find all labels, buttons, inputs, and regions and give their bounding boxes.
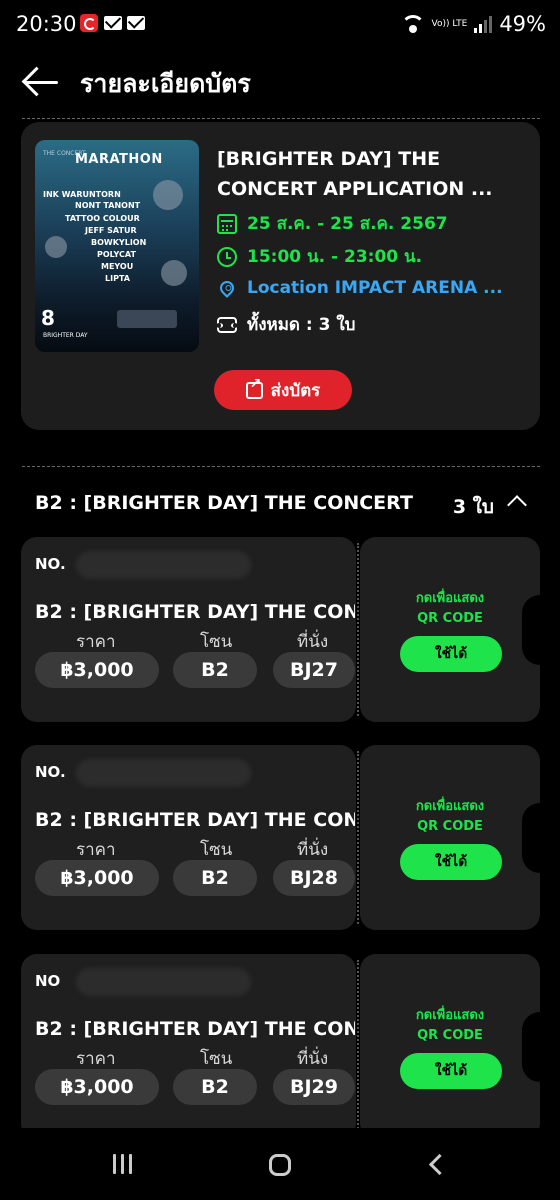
system-nav-bar: [0, 1128, 560, 1200]
price-label: ราคา: [76, 1049, 116, 1069]
price-value: ฿3,000: [35, 1069, 159, 1105]
ticket-group-count: 3 ใบ: [452, 496, 494, 518]
use-ticket-button[interactable]: ใช้ได้: [400, 844, 502, 880]
ticket-stub[interactable]: กดเพื่อแสดง QR CODE ใช้ได้: [360, 537, 558, 722]
app-notification-icon: [80, 14, 98, 32]
seat-label: ที่นั่ง: [297, 1049, 329, 1069]
home-icon[interactable]: [269, 1154, 291, 1176]
ticket-group-header[interactable]: B2 : [BRIGHTER DAY] THE CONCERT 3 ใบ: [35, 490, 530, 522]
price-label: ราคา: [76, 632, 116, 652]
seat-label: ที่นั่ง: [297, 632, 329, 652]
price-label: ราคา: [76, 840, 116, 860]
qr-hint[interactable]: กดเพื่อแสดง QR CODE: [360, 797, 540, 837]
ticket-number-label: NO: [35, 972, 61, 990]
recent-apps-icon[interactable]: [113, 1154, 132, 1174]
divider: [22, 466, 540, 467]
ticket-number-redacted: [76, 968, 251, 996]
event-title: [BRIGHTER DAY] THE CONCERT APPLICATION .…: [217, 148, 493, 200]
event-poster: THE CONCERT MARATHON INK WARUNTORN NONT …: [35, 140, 199, 352]
mail-icon: [104, 16, 122, 30]
mail-icon: [127, 16, 145, 30]
event-time: 15:00 น. - 23:00 น.: [247, 247, 423, 267]
ticket-stub[interactable]: กดเพื่อแสดง QR CODE ใช้ได้: [360, 954, 558, 1139]
seat-label: ที่นั่ง: [297, 840, 329, 860]
event-time-row: 15:00 น. - 23:00 น.: [217, 243, 422, 270]
ticket-name: B2 : [BRIGHTER DAY] THE CONCERT: [35, 1018, 355, 1040]
ticket-group-title: B2 : [BRIGHTER DAY] THE CONCERT: [35, 492, 413, 514]
signal-icon: [474, 15, 493, 33]
battery-percent: 49%: [499, 12, 546, 36]
use-ticket-button[interactable]: ใช้ได้: [400, 1053, 502, 1089]
ticket-notch: [522, 1012, 558, 1082]
price-value: ฿3,000: [35, 860, 159, 896]
qr-hint[interactable]: กดเพื่อแสดง QR CODE: [360, 1006, 540, 1046]
event-location[interactable]: Location IMPACT ARENA ...: [247, 278, 503, 298]
clock-icon: [217, 246, 237, 267]
ticket-icon: [216, 316, 238, 333]
ticket-number-label: NO.: [35, 763, 66, 781]
ticket-total-row: ทั้งหมด : 3 ใบ: [216, 311, 356, 338]
ticket-number-label: NO.: [35, 555, 66, 573]
price-value: ฿3,000: [35, 652, 159, 688]
calendar-icon: [217, 213, 237, 234]
app-bar: รายละเอียดบัตร: [0, 50, 560, 114]
zone-value: B2: [173, 860, 257, 896]
send-ticket-button[interactable]: ส่งบัตร: [214, 370, 352, 410]
ticket-stub[interactable]: กดเพื่อแสดง QR CODE ใช้ได้: [360, 745, 558, 930]
zone-value: B2: [173, 652, 257, 688]
ticket-main: NO. B2 : [BRIGHTER DAY] THE CONCERT ราคา…: [21, 537, 356, 722]
divider: [22, 118, 540, 119]
ticket-perforation: [357, 751, 359, 924]
status-time: 20:30: [16, 12, 77, 36]
ticket-name: B2 : [BRIGHTER DAY] THE CONCERT: [35, 601, 355, 623]
external-link-icon: [245, 376, 263, 399]
event-card: THE CONCERT MARATHON INK WARUNTORN NONT …: [21, 122, 540, 430]
back-arrow-icon[interactable]: [21, 66, 60, 98]
ticket-number-redacted: [76, 551, 251, 579]
back-icon[interactable]: [428, 1153, 451, 1176]
seat-value: BJ28: [273, 860, 355, 896]
ticket-main: NO. B2 : [BRIGHTER DAY] THE CONCERT ราคา…: [21, 745, 356, 930]
ticket-card: NO B2 : [BRIGHTER DAY] THE CONCERT ราคา …: [21, 954, 558, 1139]
ticket-number-redacted: [76, 759, 251, 787]
event-date: 25 ส.ค. - 25 ส.ค. 2567: [247, 214, 448, 234]
zone-value: B2: [173, 1069, 257, 1105]
zone-label: โซน: [200, 840, 233, 860]
event-date-row: 25 ส.ค. - 25 ส.ค. 2567: [217, 210, 448, 237]
seat-value: BJ29: [273, 1069, 355, 1105]
page-title: รายละเอียดบัตร: [80, 69, 251, 98]
ticket-card: NO. B2 : [BRIGHTER DAY] THE CONCERT ราคา…: [21, 537, 558, 722]
zone-label: โซน: [200, 1049, 233, 1069]
status-bar: 20:30 Vo)) LTE 49%: [0, 0, 560, 50]
event-location-row[interactable]: Location IMPACT ARENA ...: [217, 278, 503, 298]
ticket-perforation: [357, 960, 359, 1133]
ticket-main: NO B2 : [BRIGHTER DAY] THE CONCERT ราคา …: [21, 954, 356, 1139]
seat-value: BJ27: [273, 652, 355, 688]
ticket-perforation: [357, 543, 359, 716]
ticket-name: B2 : [BRIGHTER DAY] THE CONCERT: [35, 809, 355, 831]
chevron-up-icon[interactable]: [507, 495, 527, 515]
qr-hint[interactable]: กดเพื่อแสดง QR CODE: [360, 589, 540, 629]
ticket-notch: [522, 803, 558, 873]
ticket-notch: [522, 595, 558, 665]
use-ticket-button[interactable]: ใช้ได้: [400, 636, 502, 672]
ticket-total: ทั้งหมด : 3 ใบ: [247, 315, 356, 335]
volte-label: Vo)) LTE: [431, 18, 468, 29]
send-ticket-label: ส่งบัตร: [270, 380, 321, 401]
location-pin-icon: [217, 278, 237, 298]
wifi-icon: [400, 15, 425, 33]
ticket-card: NO. B2 : [BRIGHTER DAY] THE CONCERT ราคา…: [21, 745, 558, 930]
zone-label: โซน: [200, 632, 233, 652]
